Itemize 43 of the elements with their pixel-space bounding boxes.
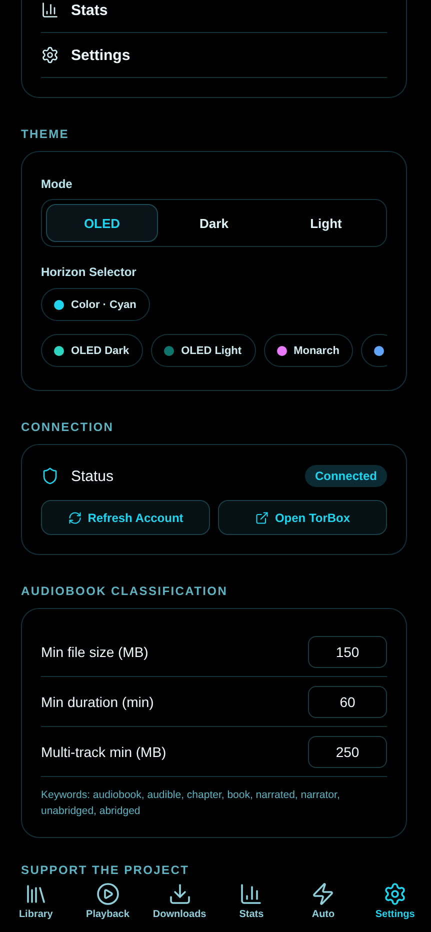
preset-chip[interactable]: OLED Dark	[41, 334, 144, 367]
number-field[interactable]: 60	[308, 686, 387, 718]
bar-chart-icon	[239, 882, 264, 906]
play-icon	[96, 882, 120, 906]
section-heading: THEME	[21, 126, 69, 142]
refresh-icon	[68, 510, 82, 524]
lightning-icon	[311, 882, 336, 906]
settings-icon	[41, 46, 59, 64]
preset-chip[interactable]: Monarch	[264, 334, 354, 367]
mode-label: Mode	[41, 176, 74, 192]
nav-tab[interactable]: Playback	[72, 878, 144, 932]
status-label: Status	[71, 468, 115, 484]
field-label: Min file size (MB)	[41, 644, 150, 660]
action-button[interactable]: Refresh Account	[41, 500, 210, 535]
mode-tab[interactable]: Dark	[158, 204, 270, 242]
section-heading: AUDIOBOOK CLASSIFICATION	[21, 583, 228, 599]
section-heading: CONNECTION	[21, 419, 114, 435]
mode-tab[interactable]: OLED	[46, 204, 158, 242]
number-field[interactable]: 150	[308, 636, 387, 668]
shield-icon	[41, 467, 59, 485]
preset-chip[interactable]: OLED Light	[151, 334, 256, 367]
nav-tab[interactable]: Downloads	[144, 878, 216, 932]
menu-item[interactable]: Stats	[41, 0, 387, 33]
status-badge: Connected	[304, 465, 387, 487]
bar-chart-icon	[41, 1, 59, 19]
number-field[interactable]: 250	[308, 736, 387, 768]
field-label: Multi-track min (MB)	[41, 744, 168, 760]
section-heading: SUPPORT THE PROJECT	[21, 862, 190, 878]
nav-tab[interactable]: Settings	[359, 878, 431, 932]
external-link-icon	[254, 510, 269, 524]
keywords-note: Keywords: audiobook, audible, chapter, book, narrated, narrator, unabridged, abridged	[41, 788, 341, 819]
horizon-label: Horizon Selector	[41, 264, 138, 280]
mode-tab[interactable]: Light	[270, 204, 382, 242]
menu-item[interactable]: Settings	[41, 33, 387, 78]
settings-icon	[383, 882, 408, 906]
nav-tab[interactable]: Auto	[287, 878, 360, 932]
nav-tab[interactable]: Stats	[216, 878, 288, 932]
action-button[interactable]: Open TorBox	[218, 500, 387, 535]
nav-tab[interactable]: Library	[0, 878, 72, 932]
field-label: Min duration (min)	[41, 694, 155, 710]
download-icon	[168, 882, 192, 906]
preset-chip[interactable]	[361, 334, 387, 367]
color-chip[interactable]: Color · Cyan	[41, 288, 150, 321]
